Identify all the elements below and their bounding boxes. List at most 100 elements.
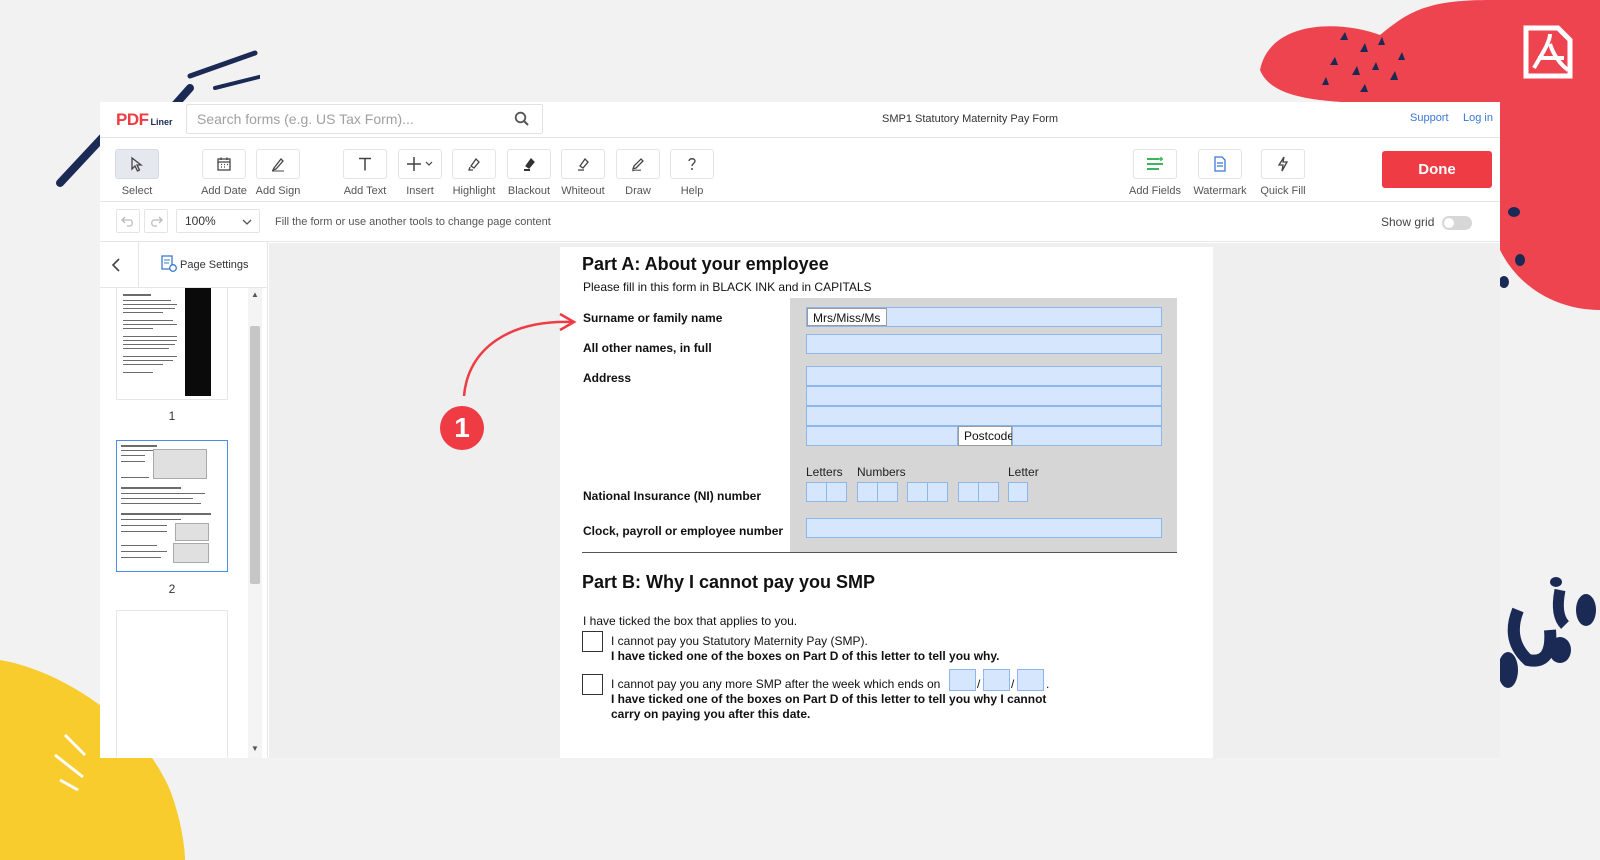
- insert-label: Insert: [406, 185, 434, 197]
- pages-sidebar: Page Settings 1 2 ▲ ▼: [100, 242, 268, 758]
- help-button[interactable]: Help: [664, 149, 720, 197]
- page-thumbnail-3[interactable]: [116, 610, 228, 758]
- login-link[interactable]: Log in: [1463, 112, 1493, 124]
- logo-text: PDF: [116, 110, 149, 129]
- pdfliner-logo[interactable]: PDF Liner: [116, 110, 173, 130]
- postcode-label: Postcode: [958, 426, 1014, 446]
- done-button[interactable]: Done: [1382, 151, 1492, 188]
- text-icon: [359, 157, 371, 171]
- document-page: Part A: About your employee Please fill …: [560, 247, 1213, 758]
- hint-text: Fill the form or use another tools to ch…: [275, 216, 551, 228]
- watermark-button[interactable]: Watermark: [1192, 149, 1248, 197]
- chevron-down-icon: [242, 219, 252, 225]
- option-1-checkbox[interactable]: [582, 631, 603, 652]
- sidebar-divider: [138, 242, 139, 288]
- page-number-1: 1: [168, 409, 176, 423]
- scroll-down-icon[interactable]: ▼: [251, 744, 259, 753]
- cursor-icon: [131, 156, 143, 172]
- whiteout-label: Whiteout: [561, 185, 605, 197]
- whiteout-button[interactable]: Whiteout: [555, 149, 611, 197]
- add-sign-label: Add Sign: [255, 185, 301, 197]
- highlighter-icon: [468, 157, 480, 171]
- redo-button[interactable]: [144, 209, 168, 233]
- plus-icon: [407, 157, 433, 171]
- option-2-subtext-2: carry on paying you after this date.: [611, 707, 811, 721]
- chevron-down-icon: [425, 161, 433, 166]
- end-date-day-field[interactable]: [949, 669, 976, 691]
- pencil-icon: [631, 158, 644, 172]
- add-date-button[interactable]: Add Date: [196, 149, 252, 197]
- page-thumbnail-1[interactable]: [116, 288, 228, 400]
- ni-letters-label: Letters: [806, 465, 843, 479]
- ni-letter-field[interactable]: [1008, 482, 1028, 502]
- add-text-button[interactable]: Add Text: [337, 149, 393, 197]
- ni-letter-label: Letter: [1008, 465, 1039, 479]
- eraser-icon: [578, 157, 589, 171]
- postcode-field[interactable]: [1012, 426, 1162, 446]
- other-names-field[interactable]: [806, 334, 1162, 354]
- secondary-toolbar: 100% Fill the form or use another tools …: [100, 202, 1500, 242]
- insert-button[interactable]: Insert: [392, 149, 448, 197]
- decor-navy-dots: [1498, 207, 1596, 688]
- pen-icon: [271, 158, 284, 172]
- title-prefix-box: Mrs/Miss/Ms: [807, 308, 887, 326]
- quick-fill-button[interactable]: Quick Fill: [1255, 149, 1311, 197]
- option-2-text: I cannot pay you any more SMP after the …: [611, 677, 941, 691]
- add-fields-label: Add Fields: [1129, 185, 1181, 197]
- address-line-2-field[interactable]: [806, 386, 1162, 406]
- search-icon[interactable]: [514, 111, 530, 127]
- ni-letters-field[interactable]: [806, 482, 847, 502]
- help-label: Help: [680, 185, 704, 197]
- fields-icon: [1147, 157, 1163, 170]
- end-date-month-field[interactable]: [983, 669, 1010, 691]
- page-thumbnail-2[interactable]: [116, 440, 228, 572]
- end-date-year-field[interactable]: [1017, 669, 1044, 691]
- toolbar: Select Add Date Add Sign Add Text Insert…: [100, 138, 1500, 202]
- page-number-2: 2: [168, 582, 176, 596]
- add-fields-button[interactable]: Add Fields: [1127, 149, 1183, 197]
- sidebar-scrollbar[interactable]: ▲ ▼: [248, 288, 262, 758]
- ni-numbers-field-1[interactable]: [857, 482, 898, 502]
- clock-number-label: Clock, payroll or employee number: [583, 524, 784, 538]
- ni-numbers-field-2[interactable]: [907, 482, 948, 502]
- annotation-arrow: [462, 312, 577, 397]
- option-2-checkbox[interactable]: [582, 674, 603, 695]
- address-line-1-field[interactable]: [806, 366, 1162, 386]
- chevron-left-icon[interactable]: [110, 257, 124, 273]
- page-settings-icon[interactable]: [160, 255, 178, 273]
- lightning-icon: [1277, 156, 1289, 172]
- address-line-4-field[interactable]: [806, 426, 958, 446]
- pdf-brand-icon: [1523, 25, 1573, 79]
- surname-label: Surname or family name: [583, 311, 723, 325]
- part-a-instructions: Please fill in this form in BLACK INK an…: [583, 280, 872, 294]
- scrollbar-thumb[interactable]: [250, 326, 260, 584]
- logo-subtext: Liner: [150, 117, 173, 127]
- undo-button[interactable]: [116, 209, 140, 233]
- select-tool-button[interactable]: Select: [109, 149, 165, 197]
- draw-button[interactable]: Draw: [610, 149, 666, 197]
- highlight-button[interactable]: Highlight: [446, 149, 502, 197]
- ni-numbers-field-3[interactable]: [958, 482, 999, 502]
- pdfliner-app-window: PDFLiner SMP1 Statutory Maternity Pay Fo…: [100, 102, 1500, 758]
- option-2-subtext-1: I have ticked one of the boxes on Part D…: [611, 692, 1047, 706]
- zoom-select[interactable]: 100%: [176, 209, 260, 233]
- highlight-label: Highlight: [452, 185, 496, 197]
- support-link[interactable]: Support: [1410, 112, 1449, 124]
- redo-icon: [151, 216, 163, 227]
- clock-number-field[interactable]: [806, 518, 1162, 538]
- page-settings-label[interactable]: Page Settings: [180, 259, 249, 271]
- part-b-heading: Part B: Why I cannot pay you SMP: [582, 572, 876, 592]
- add-sign-button[interactable]: Add Sign: [250, 149, 306, 197]
- top-bar: PDFLiner SMP1 Statutory Maternity Pay Fo…: [100, 102, 1500, 138]
- scroll-up-icon[interactable]: ▲: [251, 290, 259, 299]
- address-line-3-field[interactable]: [806, 406, 1162, 426]
- add-date-label: Add Date: [201, 185, 247, 197]
- show-grid-toggle[interactable]: [1442, 216, 1472, 230]
- option-1-text: I cannot pay you Statutory Maternity Pay…: [611, 634, 868, 648]
- blackout-button[interactable]: Blackout: [501, 149, 557, 197]
- toggle-knob: [1444, 218, 1454, 228]
- search-input[interactable]: [197, 105, 497, 133]
- date-separator-1: /: [977, 677, 981, 691]
- undo-icon: [121, 216, 133, 227]
- watermark-icon: [1214, 156, 1226, 172]
